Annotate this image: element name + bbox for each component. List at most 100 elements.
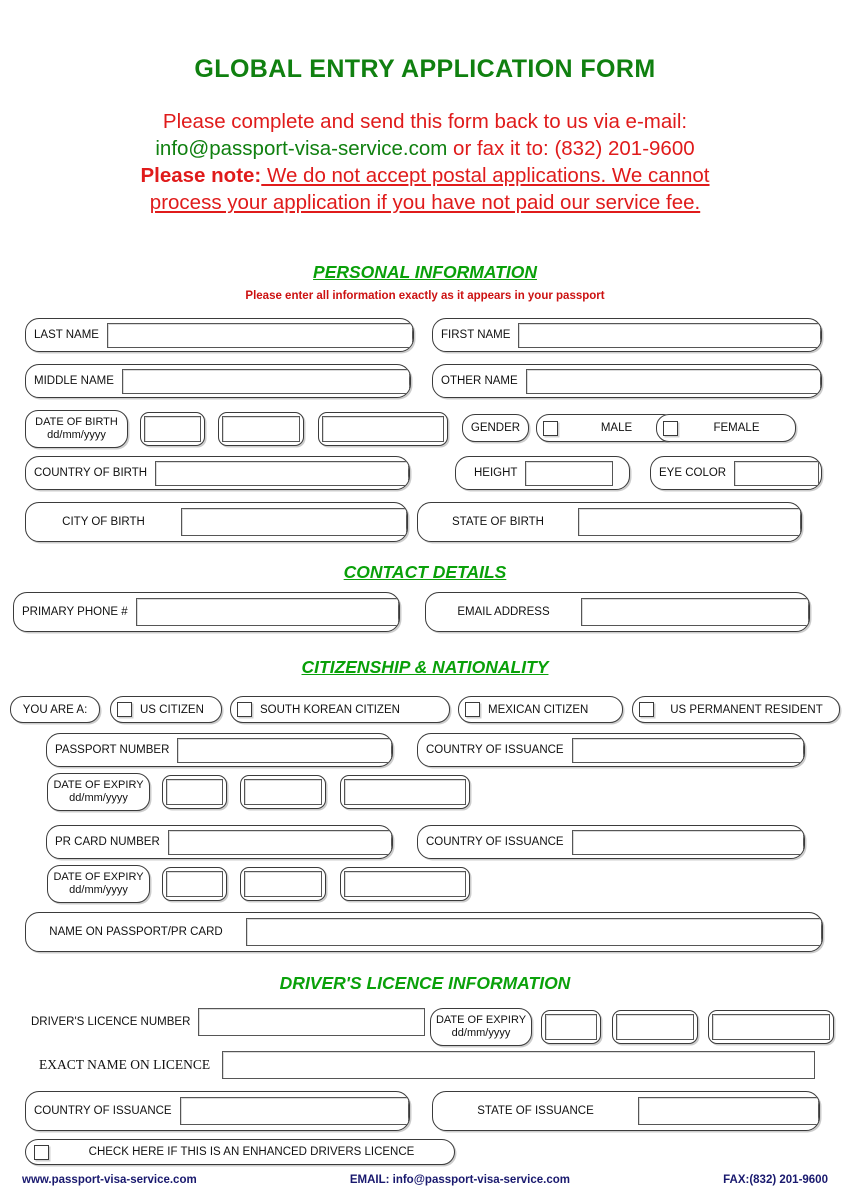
field-passport-country-of-issuance[interactable]: COUNTRY OF ISSUANCE [417,733,805,767]
passport-number-input[interactable] [177,737,392,763]
pr-country-of-issuance-input[interactable] [571,829,804,855]
option-label: MEXICAN CITIZEN [488,703,589,716]
date-format-hint: dd/mm/yyyy [451,1027,511,1039]
field-state-of-birth[interactable]: STATE OF BIRTH [417,502,802,542]
field-exact-name-on-licence[interactable]: EXACT NAME ON LICENCE [25,1051,815,1079]
field-city-of-birth[interactable]: CITY OF BIRTH [25,502,408,542]
dl-state-of-issuance-input[interactable] [638,1097,819,1125]
dl-country-of-issuance-input[interactable] [179,1097,409,1125]
passport-expiry-day-box[interactable] [162,775,227,809]
label-gender: GENDER [462,414,529,442]
section-heading-contact: CONTACT DETAILS [343,562,507,582]
field-passport-number[interactable]: PASSPORT NUMBER [46,733,393,767]
dl-expiry-month-box[interactable] [612,1010,698,1044]
pr-expiry-month-box[interactable] [240,867,326,901]
footer-website[interactable]: www.passport-visa-service.com [22,1174,197,1186]
field-other-name[interactable]: OTHER NAME [432,364,822,398]
option-us-citizen[interactable]: US CITIZEN [110,696,222,723]
checkbox-us-citizen[interactable] [117,702,132,717]
footer: www.passport-visa-service.com EMAIL: inf… [0,1174,850,1186]
first-name-input[interactable] [518,322,821,348]
dl-expiry-month-input[interactable] [616,1014,694,1040]
field-dl-country-of-issuance[interactable]: COUNTRY OF ISSUANCE [25,1091,410,1131]
passport-expiry-month-box[interactable] [240,775,326,809]
field-height[interactable]: HEIGHT [455,456,630,490]
eye-color-input[interactable] [734,460,820,486]
field-label: EMAIL ADDRESS [457,606,550,618]
field-middle-name[interactable]: MIDDLE NAME [25,364,411,398]
field-label: NAME ON PASSPORT/PR CARD [49,926,223,938]
field-label: PRIMARY PHONE # [22,606,128,618]
pr-expiry-day-box[interactable] [162,867,227,901]
option-gender-female[interactable]: FEMALE [656,414,796,442]
checkbox-mexican-citizen[interactable] [465,702,480,717]
field-label: EYE COLOR [659,467,727,479]
primary-phone-input[interactable] [135,598,399,626]
dob-month-box[interactable] [218,412,304,446]
city-of-birth-input[interactable] [181,508,407,536]
dl-expiry-year-box[interactable] [708,1010,834,1044]
label-passport-date-of-expiry: DATE OF EXPIRY dd/mm/yyyy [47,773,150,811]
field-dl-state-of-issuance[interactable]: STATE OF ISSUANCE [432,1091,820,1131]
dl-expiry-year-input[interactable] [712,1014,830,1040]
please-note-text-1: We do not accept postal applications. We… [261,164,710,187]
drivers-licence-number-input[interactable] [198,1008,425,1036]
dob-day-box[interactable] [140,412,205,446]
exact-name-on-licence-input[interactable] [222,1051,815,1079]
checkbox-us-permanent-resident[interactable] [639,702,654,717]
dob-month-input[interactable] [222,416,300,442]
footer-email[interactable]: EMAIL: info@passport-visa-service.com [350,1174,570,1186]
field-label: EXACT NAME ON LICENCE [39,1057,211,1072]
option-mexican-citizen[interactable]: MEXICAN CITIZEN [458,696,623,723]
passport-expiry-year-box[interactable] [340,775,470,809]
option-south-korean-citizen[interactable]: SOUTH KOREAN CITIZEN [230,696,450,723]
checkbox-enhanced-drivers-licence[interactable] [34,1144,49,1160]
date-format-hint: dd/mm/yyyy [69,884,128,896]
name-on-passport-input[interactable] [246,918,822,946]
checkbox-south-korean-citizen[interactable] [237,702,252,717]
pr-expiry-year-input[interactable] [344,871,466,897]
field-eye-color[interactable]: EYE COLOR [650,456,822,490]
pr-expiry-day-input[interactable] [166,871,223,897]
passport-country-of-issuance-input[interactable] [571,737,804,763]
field-drivers-licence-number[interactable]: DRIVER'S LICENCE NUMBER [25,1008,425,1036]
please-note-label: Please note: [140,164,262,187]
country-of-birth-input[interactable] [155,460,409,486]
field-first-name[interactable]: FIRST NAME [432,318,822,352]
field-email-address[interactable]: EMAIL ADDRESS [425,592,810,632]
height-input[interactable] [525,460,614,486]
field-pr-card-number[interactable]: PR CARD NUMBER [46,825,393,859]
field-label: COUNTRY OF ISSUANCE [426,836,564,848]
checkbox-female[interactable] [663,420,678,436]
section-heading-drivers-licence: DRIVER'S LICENCE INFORMATION [279,973,571,993]
passport-expiry-year-input[interactable] [344,779,466,805]
field-label: MIDDLE NAME [34,375,114,387]
dob-year-input[interactable] [322,416,444,442]
dob-year-box[interactable] [318,412,448,446]
option-us-permanent-resident[interactable]: US PERMANENT RESIDENT [632,696,840,723]
state-of-birth-input[interactable] [578,508,801,536]
dl-expiry-day-input[interactable] [545,1014,597,1040]
option-label: SOUTH KOREAN CITIZEN [260,703,400,716]
field-country-of-birth[interactable]: COUNTRY OF BIRTH [25,456,410,490]
field-last-name[interactable]: LAST NAME [25,318,414,352]
passport-expiry-month-input[interactable] [244,779,322,805]
field-label: FIRST NAME [441,329,511,341]
pr-card-number-input[interactable] [167,829,392,855]
dob-day-input[interactable] [144,416,201,442]
field-name-on-passport[interactable]: NAME ON PASSPORT/PR CARD [25,912,823,952]
dl-expiry-day-box[interactable] [541,1010,601,1044]
checkbox-male[interactable] [543,420,558,436]
pr-expiry-month-input[interactable] [244,871,322,897]
last-name-input[interactable] [106,322,413,348]
field-pr-country-of-issuance[interactable]: COUNTRY OF ISSUANCE [417,825,805,859]
email-address-input[interactable] [581,598,809,626]
option-enhanced-drivers-licence[interactable]: CHECK HERE IF THIS IS AN ENHANCED DRIVER… [25,1139,455,1165]
date-of-expiry-label: DATE OF EXPIRY [53,779,144,791]
field-primary-phone[interactable]: PRIMARY PHONE # [13,592,400,632]
middle-name-input[interactable] [121,368,410,394]
option-gender-male[interactable]: MALE [536,414,676,442]
passport-expiry-day-input[interactable] [166,779,223,805]
other-name-input[interactable] [525,368,821,394]
pr-expiry-year-box[interactable] [340,867,470,901]
